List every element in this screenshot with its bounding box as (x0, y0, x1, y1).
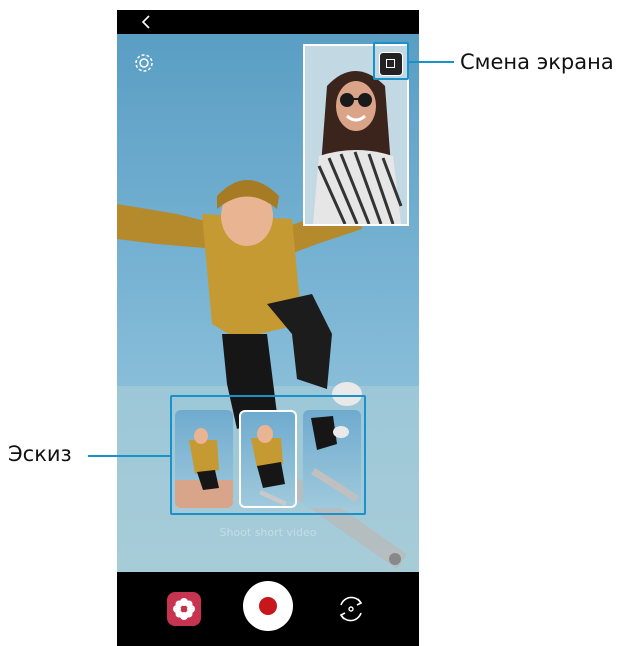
thumbnail-label: Эскиз (8, 442, 72, 466)
viewfinder-caption: Shoot short video (219, 526, 317, 539)
record-button[interactable] (243, 581, 293, 631)
switch-screen-callout-frame (373, 42, 409, 80)
thumbnail-callout-frame (170, 395, 366, 515)
phone-screen: Shoot short video (117, 10, 419, 646)
filter-flower-icon[interactable] (167, 592, 201, 626)
gear-icon[interactable] (133, 52, 155, 74)
thumbnail-callout-line (88, 455, 170, 457)
flip-camera-icon[interactable] (333, 591, 369, 627)
status-bar (117, 10, 419, 34)
camera-controls (117, 572, 419, 646)
back-arrow-icon[interactable] (137, 12, 157, 32)
switch-screen-callout-line (409, 61, 454, 63)
record-icon (259, 597, 277, 615)
switch-screen-label: Смена экрана (460, 50, 614, 74)
